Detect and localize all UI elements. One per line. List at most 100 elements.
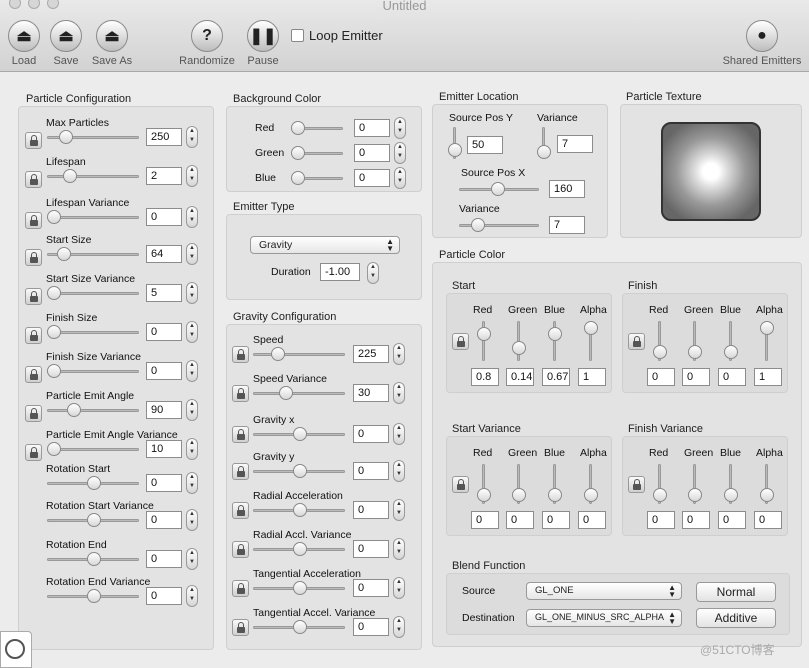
slider[interactable] [47, 169, 139, 183]
variance-y-field[interactable]: 7 [557, 135, 593, 153]
variance-x-slider[interactable] [459, 218, 539, 232]
slider[interactable] [253, 503, 345, 517]
slider[interactable] [653, 464, 667, 504]
value-field[interactable]: 0 [353, 579, 389, 597]
slider[interactable] [760, 464, 774, 504]
slider[interactable] [47, 364, 139, 378]
slider[interactable] [47, 325, 139, 339]
channel-value[interactable]: 0 [471, 511, 499, 529]
slider[interactable] [253, 464, 345, 478]
stepper[interactable]: ▲ ▼ [186, 399, 198, 421]
slider[interactable] [688, 464, 702, 504]
slider[interactable] [47, 403, 139, 417]
lock-icon[interactable] [25, 249, 42, 266]
slider[interactable] [477, 464, 491, 504]
stepper[interactable]: ▲ ▼ [186, 165, 198, 187]
stepper[interactable]: ▲ ▼ [186, 126, 198, 148]
slider[interactable] [724, 321, 738, 361]
channel-value[interactable]: 0 [542, 511, 570, 529]
stepper[interactable]: ▲ ▼ [186, 509, 198, 531]
stepper[interactable]: ▲ ▼ [394, 117, 406, 139]
lock-icon[interactable] [232, 502, 249, 519]
slider[interactable] [47, 130, 139, 144]
value-field[interactable]: 0 [146, 362, 182, 380]
lock-icon[interactable] [232, 385, 249, 402]
stepper[interactable]: ▲ ▼ [186, 548, 198, 570]
slider[interactable] [253, 427, 345, 441]
slider[interactable] [584, 464, 598, 504]
stepper[interactable]: ▲ ▼ [186, 206, 198, 228]
lock-icon[interactable] [452, 333, 469, 350]
stepper[interactable]: ▲ ▼ [394, 142, 406, 164]
channel-value[interactable]: 0 [718, 368, 746, 386]
slider[interactable] [253, 542, 345, 556]
stepper[interactable]: ▲ ▼ [393, 460, 405, 482]
source-pos-y-field[interactable]: 50 [467, 136, 503, 154]
slider[interactable] [47, 589, 139, 603]
slider[interactable] [47, 210, 139, 224]
slider[interactable] [548, 321, 562, 361]
channel-value[interactable]: 0 [506, 511, 534, 529]
stepper[interactable]: ▲ ▼ [394, 167, 406, 189]
slider[interactable] [47, 476, 139, 490]
pause-button[interactable]: ❚❚ Pause [245, 20, 281, 67]
stepper[interactable]: ▲ ▼ [186, 438, 198, 460]
slider[interactable] [724, 464, 738, 504]
slider[interactable] [291, 121, 343, 135]
value-field[interactable]: 0 [354, 119, 390, 137]
source-pos-x-slider[interactable] [459, 182, 539, 196]
stepper[interactable]: ▲ ▼ [186, 472, 198, 494]
lock-icon[interactable] [232, 619, 249, 636]
value-field[interactable]: 0 [353, 540, 389, 558]
lock-icon[interactable] [232, 541, 249, 558]
stepper[interactable]: ▲ ▼ [393, 616, 405, 638]
slider[interactable] [253, 347, 345, 361]
channel-value[interactable]: 1 [578, 368, 606, 386]
value-field[interactable]: 0 [146, 208, 182, 226]
variance-y-slider[interactable] [537, 127, 551, 159]
lock-icon[interactable] [232, 580, 249, 597]
duration-field[interactable]: -1.00 [320, 263, 360, 281]
randomize-button[interactable]: ? Randomize [176, 20, 238, 67]
stepper[interactable]: ▲ ▼ [393, 343, 405, 365]
lock-icon[interactable] [25, 366, 42, 383]
stepper[interactable]: ▲ ▼ [393, 499, 405, 521]
blend-source-select[interactable]: GL_ONE ▲ ▼ [526, 582, 682, 600]
load-button[interactable]: ⏏ Load [6, 20, 42, 67]
stepper[interactable]: ▲ ▼ [186, 282, 198, 304]
value-field[interactable]: 90 [146, 401, 182, 419]
lock-icon[interactable] [25, 171, 42, 188]
channel-value[interactable]: 0.67 [542, 368, 570, 386]
value-field[interactable]: 0 [353, 618, 389, 636]
save-as-button[interactable]: ⏏ Save As [89, 20, 135, 67]
lock-icon[interactable] [25, 405, 42, 422]
channel-value[interactable]: 0.8 [471, 368, 499, 386]
normal-button[interactable]: Normal [696, 582, 776, 602]
value-field[interactable]: 30 [353, 384, 389, 402]
slider[interactable] [291, 171, 343, 185]
lock-icon[interactable] [452, 476, 469, 493]
slider[interactable] [653, 321, 667, 361]
slider[interactable] [688, 321, 702, 361]
value-field[interactable]: 0 [354, 169, 390, 187]
value-field[interactable]: 0 [146, 474, 182, 492]
channel-value[interactable]: 0 [682, 511, 710, 529]
slider[interactable] [47, 442, 139, 456]
value-field[interactable]: 5 [146, 284, 182, 302]
stepper[interactable]: ▲ ▼ [393, 423, 405, 445]
lock-icon[interactable] [628, 333, 645, 350]
value-field[interactable]: 0 [146, 550, 182, 568]
stepper[interactable]: ▲ ▼ [186, 360, 198, 382]
channel-value[interactable]: 0 [578, 511, 606, 529]
channel-value[interactable]: 0 [647, 368, 675, 386]
lock-icon[interactable] [25, 288, 42, 305]
checkbox-box[interactable] [291, 29, 304, 42]
stepper[interactable]: ▲ ▼ [393, 538, 405, 560]
stepper[interactable]: ▲ ▼ [186, 321, 198, 343]
lock-icon[interactable] [232, 463, 249, 480]
slider[interactable] [584, 321, 598, 361]
lock-icon[interactable] [628, 476, 645, 493]
slider[interactable] [253, 386, 345, 400]
lock-icon[interactable] [25, 327, 42, 344]
clock-widget[interactable] [0, 631, 32, 668]
